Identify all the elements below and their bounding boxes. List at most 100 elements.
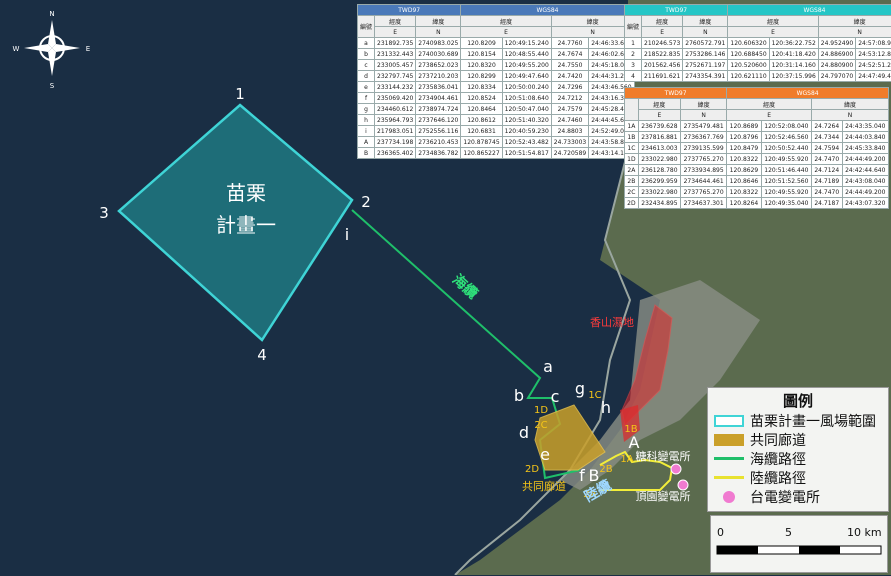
- t1-cell: 2737646.120: [416, 115, 461, 126]
- t1-header-lat: 緯度: [551, 16, 634, 27]
- t3-cell: 1B: [625, 132, 639, 143]
- t1-cell: 120:50:47.040: [502, 104, 551, 115]
- t1-cell: 2738974.724: [416, 104, 461, 115]
- t1-cell: 235964.793: [375, 115, 416, 126]
- t1-body: a231892.7352740983.025120.8209120:49:15.…: [358, 38, 635, 159]
- corner-2-label: 2: [361, 193, 371, 211]
- legend-title: 圖例: [708, 390, 888, 411]
- t3-cell: 120.8689: [727, 121, 761, 132]
- t3-cell: 24:43:07.320: [842, 198, 888, 209]
- t1-cell: 2736210.453: [416, 137, 461, 148]
- t1-row: A237734.1982736210.453120.878745120:52:4…: [358, 137, 635, 148]
- t1-cell: 24.7674: [551, 49, 588, 60]
- t3-cell: 2734644.461: [681, 176, 727, 187]
- t3-cell: 24.7189: [812, 176, 843, 187]
- t1-cell: e: [358, 82, 375, 93]
- t1-cell: 120.865227: [461, 148, 502, 159]
- t2-body: 1210246.5732760572.791120.606320120:36:2…: [625, 38, 891, 82]
- t2-header-lat-twd: 緯度: [683, 16, 728, 27]
- t1-row: i217983.0512752556.116120.6831120:40:59.…: [358, 126, 635, 137]
- t2-cell: 2760572.791: [683, 38, 728, 49]
- substation-tangke: [671, 464, 681, 474]
- legend-swatch-sea-cable: [714, 457, 744, 460]
- t1-cell: 120:51:40.320: [502, 115, 551, 126]
- t3-cell: 120:49:35.040: [761, 198, 811, 209]
- t2-header-wgs: WGS84: [728, 5, 891, 16]
- t3-cell: 120:52:08.040: [761, 121, 811, 132]
- legend-swatch-corridor: [714, 434, 744, 446]
- t1-cell: 2738652.023: [416, 60, 461, 71]
- t3-cell: 237816.881: [638, 132, 680, 143]
- t2-row: 1210246.5732760572.791120.606320120:36:2…: [625, 38, 891, 49]
- legend-swatch-land-cable: [714, 476, 744, 479]
- t3-cell: 24:44:49.200: [842, 154, 888, 165]
- t2-header-n: N: [683, 27, 728, 38]
- t2-cell: 120:41:18.420: [769, 49, 818, 60]
- corner-1-label: 1: [235, 85, 245, 103]
- corner-3-label: 3: [99, 204, 109, 222]
- t3-cell: 120:49:55.920: [761, 154, 811, 165]
- legend-item-corridor: 共同廊道: [708, 430, 888, 449]
- t3-cell: 24.7344: [812, 132, 843, 143]
- t3-cell: 120:52:46.560: [761, 132, 811, 143]
- t1-header-lat-twd: 緯度: [416, 16, 461, 27]
- t1-cell: 2734836.782: [416, 148, 461, 159]
- t1-cell: 217983.051: [375, 126, 416, 137]
- t3-header-blank: [625, 99, 639, 121]
- t1-cell: 120:50:00.240: [502, 82, 551, 93]
- legend-label-farm: 苗栗計畫一風場範圍: [750, 411, 876, 431]
- t2-cell: 2752671.197: [683, 60, 728, 71]
- t3-cell: 24:43:08.040: [842, 176, 888, 187]
- t3-cell: 24.7124: [812, 165, 843, 176]
- t3-cell: 24.7187: [812, 198, 843, 209]
- t3-cell: 1D: [625, 154, 639, 165]
- t1-cell: a: [358, 38, 375, 49]
- t3-cell: 233022.980: [638, 154, 680, 165]
- t3-cell: 2736367.769: [681, 132, 727, 143]
- substation-tangke-label: 糖科變電所: [636, 449, 691, 463]
- compass-e: E: [86, 45, 90, 53]
- t2-cell: 120.520600: [728, 60, 769, 71]
- legend-item-substation: 台電變電所: [708, 487, 888, 506]
- t2-header-lon-twd: 經度: [642, 16, 683, 27]
- point-h-label: h: [601, 398, 611, 417]
- t3-cell: 236128.780: [638, 165, 680, 176]
- t3-row: 1C234613.0032739135.599120.8479120:50:52…: [625, 143, 889, 154]
- t3-cell: 2735479.481: [681, 121, 727, 132]
- compass-s: S: [50, 82, 55, 90]
- coords-table-farm: TWD97 WGS84 編號 經度 緯度 經度 緯度 E N E N 12102…: [624, 4, 891, 82]
- t1-cell: 120.8154: [461, 49, 502, 60]
- t1-cell: 120:40:59.230: [502, 126, 551, 137]
- t3-row: 2D232434.8952734637.301120.8264120:49:35…: [625, 198, 889, 209]
- t3-cell: 24.7594: [812, 143, 843, 154]
- t3-cell: 120.8322: [727, 187, 761, 198]
- t1-cell: 232797.745: [375, 71, 416, 82]
- t1-cell: 120:51:08.640: [502, 93, 551, 104]
- legend-label-sea-cable: 海纜路徑: [750, 449, 806, 469]
- t1-cell: i: [358, 126, 375, 137]
- t2-cell: 211691.621: [642, 71, 683, 82]
- t2-cell: 24.886900: [818, 49, 855, 60]
- t2-cell: 218522.835: [642, 49, 683, 60]
- t2-row: 4211691.6212743354.391120.621110120:37:1…: [625, 71, 891, 82]
- code-1A: 1A: [620, 454, 633, 465]
- t1-cell: 236365.402: [375, 148, 416, 159]
- t1-cell: 120:49:47.640: [502, 71, 551, 82]
- t3-cell: 120:50:52.440: [761, 143, 811, 154]
- t3-body: 1A236739.6282735479.481120.8689120:52:08…: [625, 121, 889, 209]
- t3-cell: 2A: [625, 165, 639, 176]
- code-2C: 2C: [534, 420, 547, 431]
- t3-header-lat-twd: 緯度: [681, 99, 727, 110]
- t3-header-twd: TWD97: [625, 88, 727, 99]
- t3-row: 2B236299.9592734644.461120.8646120:51:52…: [625, 176, 889, 187]
- t3-cell: 234613.003: [638, 143, 680, 154]
- wind-farm-name-line1: 苗栗: [226, 181, 266, 205]
- t3-header-e: E: [638, 110, 680, 121]
- t3-cell: 2739135.599: [681, 143, 727, 154]
- t3-cell: 120.8479: [727, 143, 761, 154]
- substation-dingyuan-label: 頂園變電所: [636, 489, 691, 503]
- t1-header-twd: TWD97: [358, 5, 461, 16]
- t1-cell: 24.7420: [551, 71, 588, 82]
- t1-row: f235069.4202734904.461120.8524120:51:08.…: [358, 93, 635, 104]
- t3-cell: 120:51:46.440: [761, 165, 811, 176]
